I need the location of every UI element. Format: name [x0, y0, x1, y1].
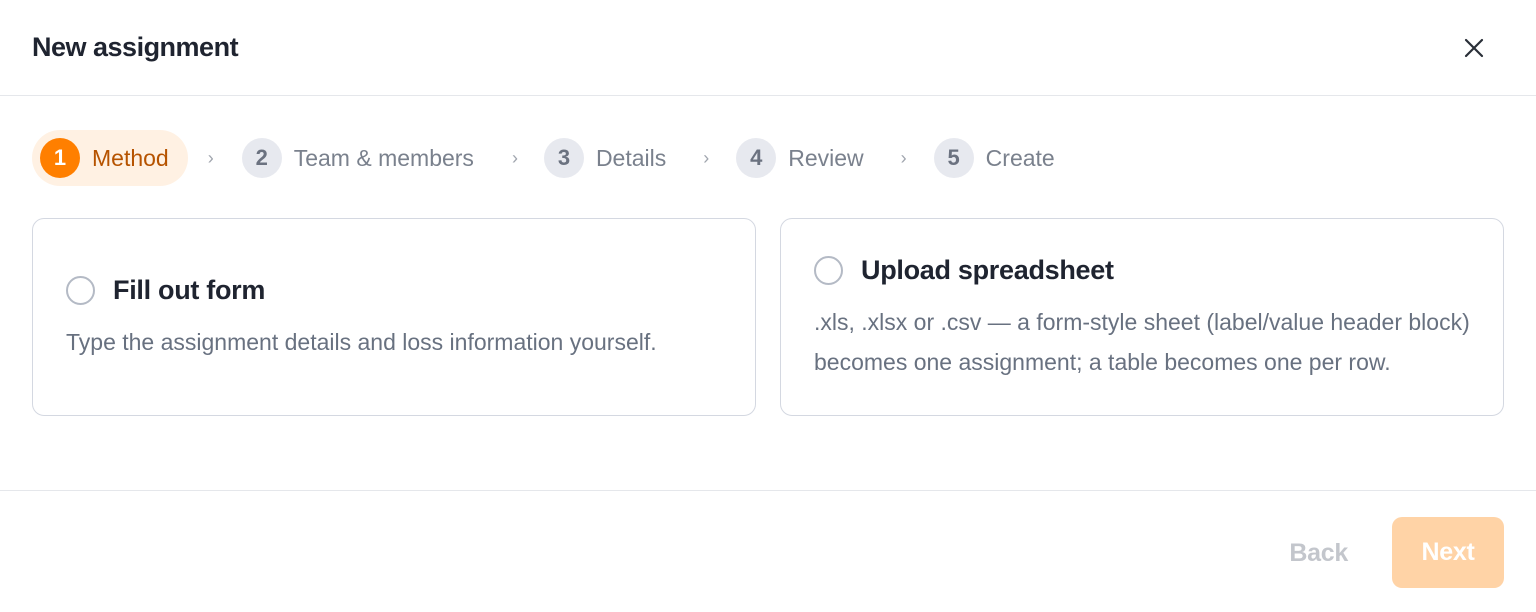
step-label: Details [595, 144, 667, 171]
step-label: Create [985, 144, 1055, 171]
step-details[interactable]: 3 Details [543, 130, 667, 186]
chevron-right-icon: › [703, 147, 710, 168]
dialog-footer: Back Next [0, 490, 1536, 612]
step-label: Team & members [293, 144, 474, 171]
back-button[interactable]: Back [1289, 517, 1348, 589]
chevron-right-icon: › [511, 147, 518, 168]
chevron-right-icon: › [207, 147, 214, 168]
method-options: Fill out form Type the assignment detail… [32, 218, 1504, 416]
next-button[interactable]: Next [1392, 517, 1504, 588]
close-icon [1464, 38, 1484, 57]
option-description: Type the assignment details and loss inf… [66, 329, 657, 355]
option-title: Fill out form [113, 275, 266, 305]
step-label: Review [788, 144, 864, 171]
dialog-title: New assignment [32, 32, 239, 62]
step-team-members[interactable]: 2 Team & members [241, 130, 474, 186]
upload-spreadsheet-option[interactable]: Upload spreadsheet .xls, .xlsx or .csv —… [780, 218, 1504, 416]
step-number: 5 [933, 138, 974, 178]
step-label: Method [92, 144, 169, 171]
option-description: .xls, .xlsx or .csv — a form-style sheet… [814, 309, 1470, 375]
step-number: 1 [40, 138, 80, 178]
step-method[interactable]: 1 Method [32, 130, 188, 186]
step-number: 4 [736, 138, 777, 178]
stepper: 1 Method › 2 Team & members › 3 Details … [32, 130, 1055, 186]
fill-out-form-option[interactable]: Fill out form Type the assignment detail… [32, 218, 756, 416]
dialog-header: New assignment [0, 0, 1536, 96]
step-number: 3 [543, 138, 584, 178]
option-title: Upload spreadsheet [861, 255, 1114, 285]
step-review[interactable]: 4 Review [736, 130, 864, 186]
step-create[interactable]: 5 Create [933, 130, 1055, 186]
close-button[interactable] [1454, 28, 1494, 68]
new-assignment-dialog: New assignment 1 Method › 2 Team & membe… [0, 0, 1536, 612]
fill-out-form-radio[interactable] [66, 276, 95, 305]
step-number: 2 [241, 138, 282, 178]
upload-spreadsheet-radio[interactable] [814, 256, 843, 285]
chevron-right-icon: › [900, 147, 907, 168]
